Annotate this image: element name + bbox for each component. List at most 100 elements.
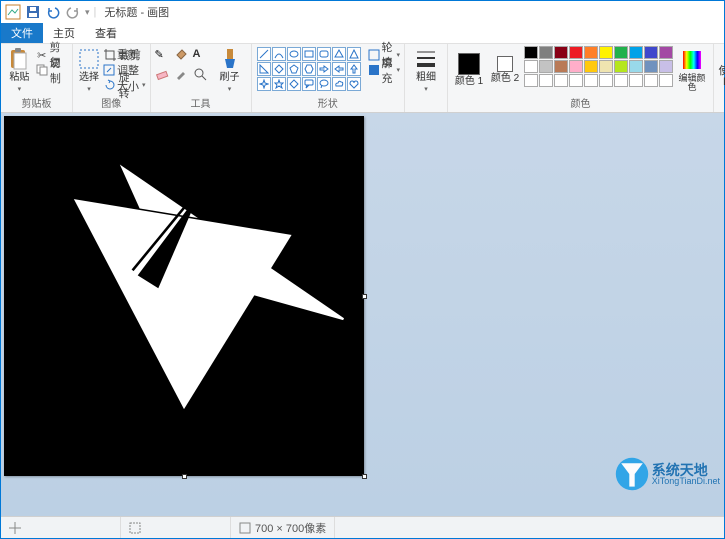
fill-button[interactable]: 填充 ▾ [368,63,401,77]
resize-handle[interactable] [362,294,367,299]
color-swatch[interactable] [614,46,628,59]
select-button[interactable]: 选择 ▾ [77,46,101,94]
select-icon [77,47,101,71]
qat-dropdown-icon[interactable]: ▾ [85,7,90,18]
color-swatch[interactable] [584,60,598,73]
crosshair-icon [9,522,21,534]
redo-icon[interactable] [65,4,81,20]
undo-icon[interactable] [45,4,61,20]
app-icon [5,4,21,20]
color-swatch[interactable] [614,60,628,73]
color-swatch[interactable] [629,60,643,73]
status-size: 700 × 700像素 [231,517,335,538]
color-swatch[interactable] [539,74,553,87]
color-swatch[interactable] [644,60,658,73]
color-swatch[interactable] [629,46,643,59]
pencil-icon[interactable]: ✎ [155,48,173,66]
watermark: 系统天地 XiTongTianDi.net [614,456,720,492]
group-colors: 颜色 1 颜色 2 编辑颜色 颜色 [448,44,714,112]
shape-roundrect-icon [317,47,331,61]
shape-callout-icon [302,77,316,91]
canvas-area[interactable]: 系统天地 XiTongTianDi.net [1,113,724,516]
tab-view[interactable]: 查看 [85,23,127,43]
shape-callout2-icon [317,77,331,91]
app-window: ▾ | 无标题 - 画图 文件 主页 查看 粘贴 ▾ ✂剪切 复制 剪贴板 [0,0,725,539]
edit-colors-button[interactable]: 编辑颜色 [675,46,709,94]
dimensions-icon [239,522,251,534]
color-swatch[interactable] [569,74,583,87]
color-swatch[interactable] [554,46,568,59]
color-swatch[interactable] [659,74,673,87]
shape-pentagon-icon [287,62,301,76]
color-swatch[interactable] [554,74,568,87]
resize-handle[interactable] [362,474,367,479]
color-swatch[interactable] [644,74,658,87]
color-swatch[interactable] [599,60,613,73]
rotate-button[interactable]: 旋转 ▾ [103,78,146,92]
color-swatch[interactable] [524,74,538,87]
resize-handle[interactable] [182,474,187,479]
shapes-gallery[interactable] [256,46,362,92]
color-swatch[interactable] [539,46,553,59]
shape-line-icon [257,47,271,61]
shape-star5-icon [272,77,286,91]
group-image: 选择 ▾ 裁剪 重新调整大小 旋转 ▾ 图像 [73,44,151,112]
magnifier-icon[interactable] [193,67,211,85]
group-label: 工具 [191,94,211,112]
stroke-icon [414,47,438,71]
watermark-logo-icon [614,456,650,492]
paste-button[interactable]: 粘贴 ▾ [5,46,34,94]
shape-polygon-icon [332,47,346,61]
canvas[interactable] [4,116,364,476]
copy-button[interactable]: 复制 [36,63,68,77]
color-swatch[interactable] [629,74,643,87]
group-stroke: 粗细 ▾ [405,44,448,112]
color-swatch[interactable] [584,46,598,59]
chevron-down-icon: ▾ [228,85,232,93]
paint3d-button[interactable]: 使用画图 3D 进行编辑 [718,46,725,94]
color-swatch[interactable] [599,46,613,59]
tab-file[interactable]: 文件 [1,23,43,43]
text-icon[interactable]: A [193,48,211,66]
color-swatch[interactable] [569,46,583,59]
color-swatch[interactable] [659,60,673,73]
color-swatch[interactable] [554,60,568,73]
brush-button[interactable]: 刷子 ▾ [213,46,247,94]
color-swatch[interactable] [524,60,538,73]
rotate-icon [103,78,117,92]
shape-star4-icon [257,77,271,91]
save-icon[interactable] [25,4,41,20]
color-swatch[interactable] [599,74,613,87]
status-bar: 700 × 700像素 [1,516,724,538]
color-swatch[interactable] [644,46,658,59]
eraser-icon[interactable] [155,67,173,85]
stroke-button[interactable]: 粗细 ▾ [409,46,443,94]
group-clipboard: 粘贴 ▾ ✂剪切 复制 剪贴板 [1,44,73,112]
color-swatch[interactable] [539,60,553,73]
outline-icon [368,48,380,62]
color2-swatch [497,56,513,72]
bucket-icon[interactable] [174,48,192,66]
quick-access-toolbar: ▾ [5,4,90,20]
shape-cloud-icon [332,77,346,91]
shape-heart-icon [347,77,361,91]
picker-icon[interactable] [174,67,192,85]
shape-arrowl-icon [332,62,346,76]
group-label: 形状 [318,94,338,112]
watermark-url: XiTongTianDi.net [652,477,720,486]
color-swatch[interactable] [584,74,598,87]
color2-button[interactable]: 颜色 2 [488,46,522,94]
scissors-icon: ✂ [36,48,48,62]
color1-swatch [458,53,480,75]
color-palette[interactable] [524,46,673,87]
color-swatch[interactable] [614,74,628,87]
shape-oval-icon [287,47,301,61]
color-swatch[interactable] [659,46,673,59]
shape-curve-icon [272,47,286,61]
shape-diamond-icon [272,62,286,76]
color-swatch[interactable] [524,46,538,59]
color1-button[interactable]: 颜色 1 [452,46,486,94]
ribbon-tabs: 文件 主页 查看 [1,23,724,43]
resize-icon [103,63,115,77]
color-swatch[interactable] [569,60,583,73]
